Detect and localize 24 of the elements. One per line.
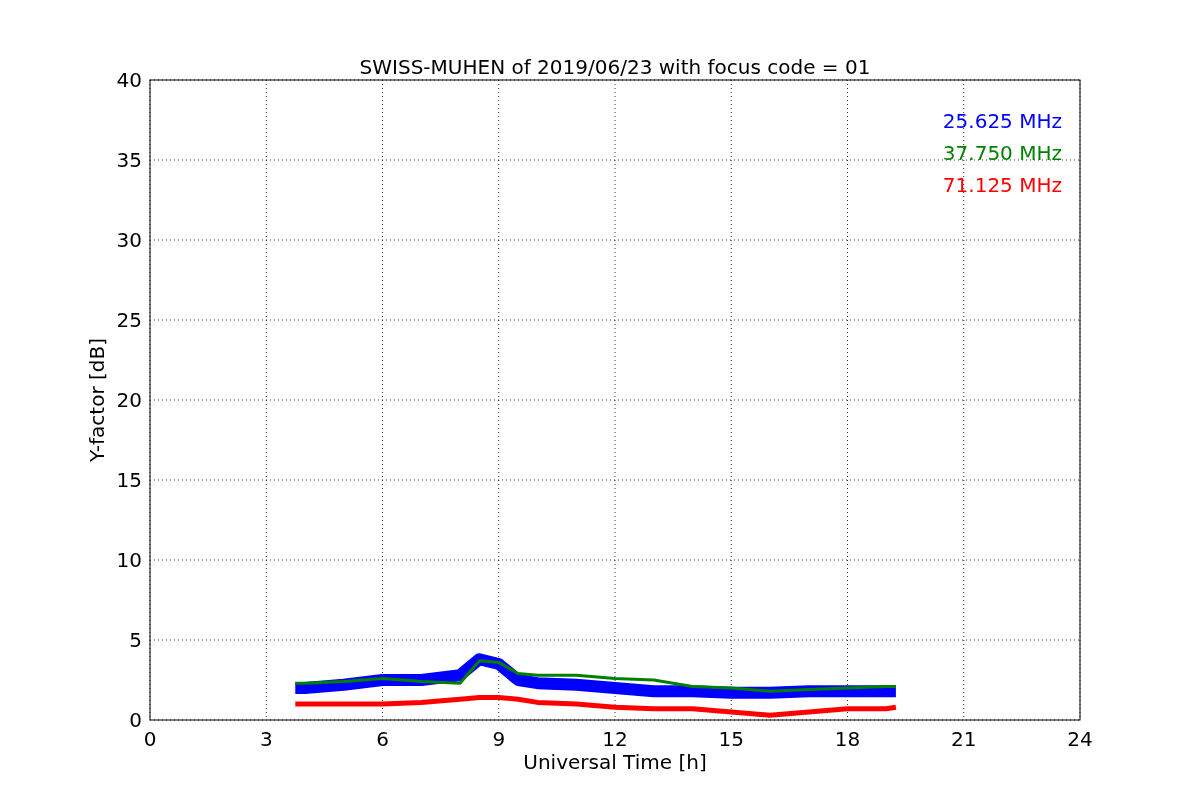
y-tick-label: 5 <box>129 628 142 652</box>
x-tick-label: 9 <box>492 727 506 751</box>
x-tick-label: 21 <box>951 727 977 751</box>
y-tick-label: 0 <box>129 708 142 732</box>
y-tick-label: 30 <box>116 228 142 252</box>
y-tick-label: 10 <box>116 548 142 572</box>
x-tick-label: 12 <box>602 727 628 751</box>
y-tick-label: 40 <box>116 68 142 92</box>
x-tick-label: 3 <box>259 727 273 751</box>
legend-label: 37.750 MHz <box>942 141 1062 165</box>
x-tick-label: 6 <box>376 727 389 751</box>
y-tick-label: 15 <box>116 468 142 492</box>
chart-title: SWISS-MUHEN of 2019/06/23 with focus code = 01 <box>359 55 871 79</box>
x-axis-label: Universal Time [h] <box>523 750 707 774</box>
y-axis-label: Y-factor [dB] <box>85 338 109 462</box>
x-tick-label: 0 <box>143 727 157 751</box>
x-tick-label: 18 <box>834 727 861 751</box>
x-tick-label: 24 <box>1067 727 1093 751</box>
legend-label: 71.125 MHz <box>942 173 1062 197</box>
legend-label: 25.625 MHz <box>942 109 1062 133</box>
x-tick-label: 15 <box>718 727 744 751</box>
y-tick-label: 20 <box>116 388 142 412</box>
y-tick-label: 25 <box>116 308 142 332</box>
y-tick-label: 35 <box>116 148 142 172</box>
